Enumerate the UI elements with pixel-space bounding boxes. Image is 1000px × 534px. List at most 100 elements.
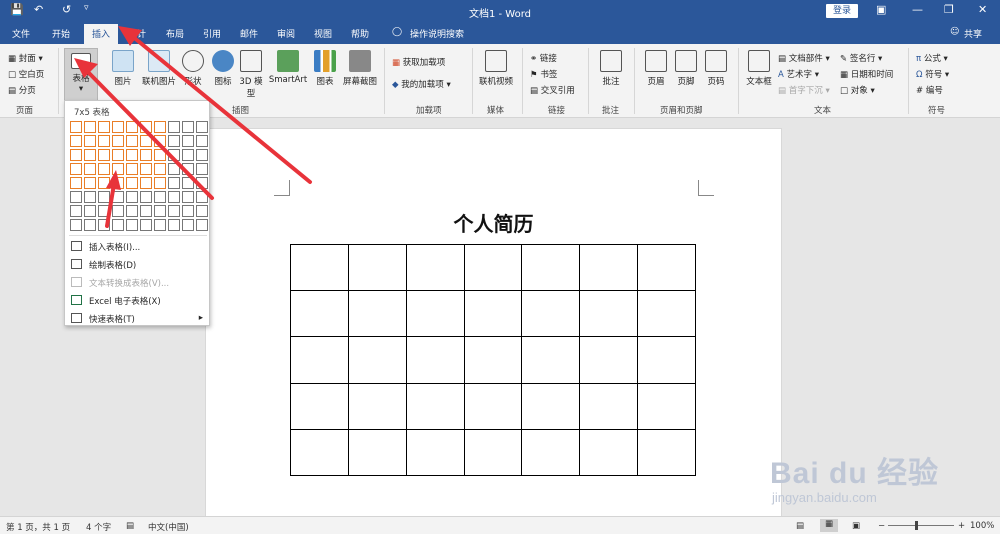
grid-cell[interactable]	[112, 135, 124, 147]
bookmark-button[interactable]: ⚑ 书签	[530, 68, 557, 80]
table-cell[interactable]	[521, 428, 581, 477]
page-break-button[interactable]: ▤ 分页	[8, 84, 36, 96]
grid-cell[interactable]	[182, 121, 194, 133]
tab-file[interactable]: 文件	[12, 27, 30, 40]
table-cell[interactable]	[521, 290, 581, 338]
date-time-button[interactable]: ▦ 日期和时间	[840, 68, 893, 80]
zoom-slider-thumb[interactable]	[915, 521, 918, 530]
grid-cell[interactable]	[168, 191, 180, 203]
print-layout-icon[interactable]: ▦	[820, 519, 839, 532]
comment-button[interactable]: 批注	[596, 50, 626, 87]
grid-cell[interactable]	[112, 149, 124, 161]
grid-cell[interactable]	[140, 177, 152, 189]
read-mode-icon[interactable]: ▤	[796, 521, 804, 531]
tab-mailings[interactable]: 邮件	[240, 27, 258, 40]
zoom-out-icon[interactable]: −	[878, 521, 885, 531]
convert-text-menu-item[interactable]: 文本转换成表格(V)...	[65, 273, 209, 291]
grid-cell[interactable]	[168, 163, 180, 175]
table-cell[interactable]	[579, 382, 639, 430]
grid-cell[interactable]	[112, 163, 124, 175]
grid-cell[interactable]	[168, 121, 180, 133]
grid-cell[interactable]	[168, 219, 180, 231]
icons-button[interactable]: 图标	[212, 50, 234, 87]
table-cell[interactable]	[290, 336, 349, 384]
table-cell[interactable]	[290, 382, 349, 430]
table-cell[interactable]	[521, 336, 581, 384]
table-cell[interactable]	[347, 382, 407, 430]
login-button[interactable]: 登录	[826, 4, 858, 18]
grid-cell[interactable]	[70, 135, 82, 147]
grid-cell[interactable]	[168, 149, 180, 161]
blank-page-button[interactable]: □ 空白页	[8, 68, 44, 80]
grid-cell[interactable]	[112, 121, 124, 133]
grid-cell[interactable]	[140, 163, 152, 175]
table-button[interactable]: 表格 ▾	[64, 48, 98, 102]
grid-cell[interactable]	[182, 205, 194, 217]
object-button[interactable]: □ 对象 ▾	[840, 84, 875, 96]
link-button[interactable]: ⚭ 链接	[530, 52, 557, 64]
language[interactable]: 中文(中国)	[148, 521, 189, 533]
dropcap-button[interactable]: ▤ 首字下沉 ▾	[778, 84, 830, 96]
grid-cell[interactable]	[98, 177, 110, 189]
grid-cell[interactable]	[196, 149, 208, 161]
grid-cell[interactable]	[140, 121, 152, 133]
grid-cell[interactable]	[98, 219, 110, 231]
grid-cell[interactable]	[182, 177, 194, 189]
tab-insert[interactable]: 插入	[84, 24, 119, 44]
web-layout-icon[interactable]: ▣	[852, 521, 860, 531]
grid-cell[interactable]	[154, 121, 166, 133]
grid-cell[interactable]	[70, 177, 82, 189]
grid-cell[interactable]	[70, 191, 82, 203]
zoom-level[interactable]: 100%	[970, 521, 994, 531]
tab-view[interactable]: 视图	[314, 27, 332, 40]
table-cell[interactable]	[637, 428, 696, 477]
grid-cell[interactable]	[154, 135, 166, 147]
table-cell[interactable]	[463, 243, 523, 292]
table-cell[interactable]	[521, 243, 581, 292]
grid-cell[interactable]	[98, 163, 110, 175]
tab-home[interactable]: 开始	[52, 27, 70, 40]
grid-cell[interactable]	[70, 149, 82, 161]
ribbon-display-icon[interactable]: ▣	[876, 3, 886, 16]
grid-cell[interactable]	[126, 205, 138, 217]
grid-cell[interactable]	[112, 205, 124, 217]
3d-model-button[interactable]: 3D 模型	[238, 50, 264, 99]
grid-cell[interactable]	[84, 149, 96, 161]
grid-cell[interactable]	[84, 191, 96, 203]
grid-cell[interactable]	[126, 135, 138, 147]
table-cell[interactable]	[290, 290, 349, 338]
grid-cell[interactable]	[112, 177, 124, 189]
grid-cell[interactable]	[84, 135, 96, 147]
table-cell[interactable]	[405, 382, 465, 430]
table-cell[interactable]	[463, 428, 523, 477]
zoom-slider-track[interactable]	[888, 525, 954, 526]
table-cell[interactable]	[347, 290, 407, 338]
zoom-in-icon[interactable]: +	[958, 521, 965, 531]
grid-cell[interactable]	[154, 205, 166, 217]
grid-cell[interactable]	[154, 219, 166, 231]
table-cell[interactable]	[521, 382, 581, 430]
wordart-button[interactable]: A 艺术字 ▾	[778, 68, 819, 80]
table-cell[interactable]	[405, 243, 465, 292]
quick-tables-menu-item[interactable]: 快速表格(T) ▸	[65, 309, 209, 327]
grid-cell[interactable]	[182, 135, 194, 147]
table-cell[interactable]	[463, 336, 523, 384]
table-cell[interactable]	[579, 428, 639, 477]
grid-cell[interactable]	[98, 149, 110, 161]
draw-table-menu-item[interactable]: 绘制表格(D)	[65, 255, 209, 273]
grid-cell[interactable]	[70, 121, 82, 133]
proofing-icon[interactable]: ▤	[126, 521, 134, 531]
grid-cell[interactable]	[140, 205, 152, 217]
quick-parts-button[interactable]: ▤ 文档部件 ▾	[778, 52, 830, 64]
cover-page-button[interactable]: ▦ 封面 ▾	[8, 52, 43, 64]
excel-spreadsheet-menu-item[interactable]: Excel 电子表格(X)	[65, 291, 209, 309]
grid-cell[interactable]	[112, 191, 124, 203]
tab-help[interactable]: 帮助	[351, 27, 369, 40]
grid-cell[interactable]	[84, 205, 96, 217]
grid-cell[interactable]	[196, 205, 208, 217]
grid-cell[interactable]	[168, 205, 180, 217]
grid-cell[interactable]	[140, 191, 152, 203]
grid-cell[interactable]	[98, 121, 110, 133]
grid-cell[interactable]	[154, 191, 166, 203]
grid-cell[interactable]	[126, 219, 138, 231]
